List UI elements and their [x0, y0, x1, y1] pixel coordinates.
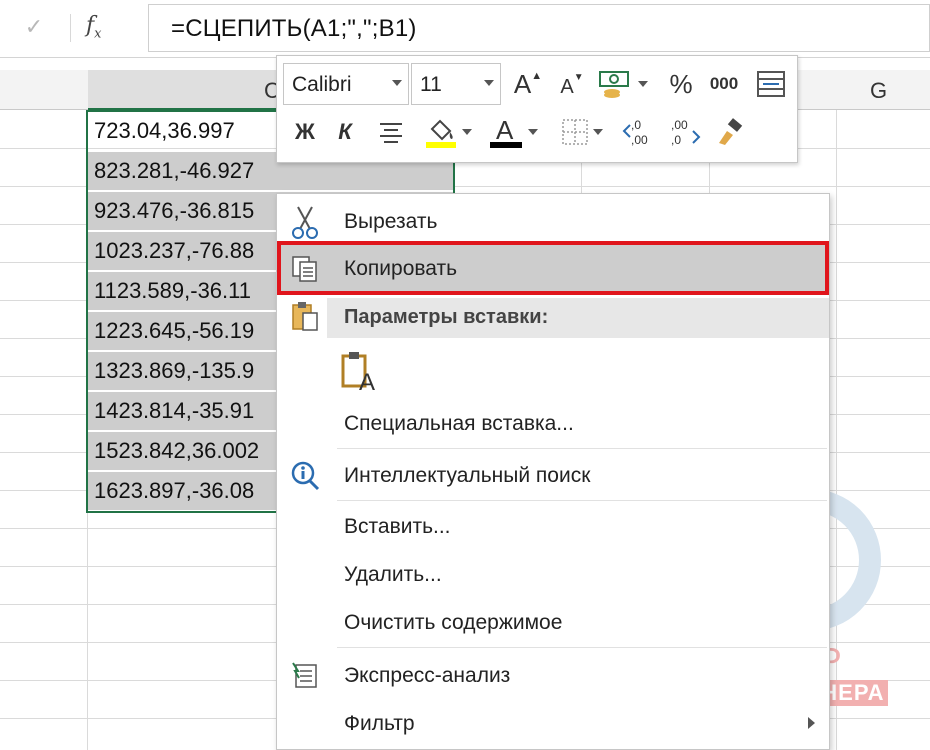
- thousands-separator-button[interactable]: 000: [703, 64, 745, 104]
- smart-lookup-icon: [287, 458, 323, 494]
- menu-item-label: Экспресс-анализ: [344, 664, 511, 687]
- svg-text:,0: ,0: [671, 133, 681, 147]
- chevron-down-icon: [484, 80, 494, 86]
- font-size-dropdown[interactable]: 11: [411, 63, 501, 105]
- copy-icon: [287, 251, 323, 287]
- borders-button[interactable]: [553, 112, 611, 152]
- chevron-down-icon: [392, 80, 402, 86]
- chevron-down-icon: [528, 129, 538, 135]
- scissors-icon: [287, 204, 323, 240]
- font-name-dropdown[interactable]: Calibri: [283, 63, 409, 105]
- menu-item-label: Удалить...: [344, 563, 442, 586]
- formula-bar: ✓ fx =СЦЕПИТЬ(A1;",";B1): [0, 0, 930, 58]
- increase-decimal-button[interactable]: ,0 ,00: [617, 112, 659, 152]
- checkmark-icon[interactable]: ✓: [14, 10, 54, 44]
- context-menu: Вырезать Копировать Параметры вставки: A…: [276, 193, 830, 750]
- menu-item-copy[interactable]: Копировать: [277, 245, 829, 293]
- menu-item-quick-analysis[interactable]: Экспресс-анализ: [277, 652, 829, 700]
- menu-separator: [337, 647, 827, 648]
- chevron-down-icon: [638, 81, 648, 87]
- chevron-down-icon: [593, 129, 603, 135]
- chevron-down-icon: [462, 129, 472, 135]
- percent-style-button[interactable]: %: [663, 64, 699, 104]
- font-size-value: 11: [420, 73, 442, 96]
- paste-values-icon: A: [341, 352, 375, 394]
- menu-item-label: Вставить...: [344, 515, 451, 538]
- format-painter-icon: [719, 118, 743, 145]
- menu-item-insert[interactable]: Вставить...: [277, 503, 829, 551]
- caret-up-icon: ▲: [531, 70, 543, 82]
- paste-values-button[interactable]: A: [335, 346, 385, 396]
- shrink-font-glyph: A: [560, 75, 574, 98]
- money-icon: [599, 71, 629, 98]
- menu-item-paste-special[interactable]: Специальная вставка...: [277, 400, 829, 448]
- font-name-value: Calibri: [292, 73, 352, 96]
- accounting-format-button[interactable]: [595, 64, 651, 104]
- borders-icon: [562, 119, 588, 145]
- insert-function-icon[interactable]: fx: [86, 8, 126, 44]
- merge-cells-icon: [757, 71, 785, 97]
- svg-text:,00: ,00: [671, 118, 688, 132]
- svg-text:,00: ,00: [631, 133, 648, 147]
- fx-label: f: [86, 13, 95, 38]
- italic-button[interactable]: К: [327, 112, 363, 152]
- font-color-button[interactable]: A: [483, 112, 543, 152]
- menu-item-label: Вырезать: [344, 210, 438, 233]
- menu-item-label: Очистить содержимое: [344, 611, 563, 634]
- menu-item-filter[interactable]: Фильтр: [277, 700, 829, 748]
- fill-color-button[interactable]: [419, 112, 477, 152]
- menu-item-cut[interactable]: Вырезать: [277, 198, 829, 246]
- paste-options-header: Параметры вставки:: [327, 298, 829, 338]
- align-center-icon: [380, 123, 402, 143]
- format-painter-button[interactable]: [709, 112, 751, 152]
- font-color-icon: A: [490, 115, 522, 148]
- font-color-letter: A: [496, 115, 514, 145]
- bold-button[interactable]: Ж: [287, 112, 323, 152]
- menu-item-label: Фильтр: [344, 712, 415, 735]
- increase-decimal-icon: ,0 ,00: [622, 118, 648, 147]
- menu-item-label: Интеллектуальный поиск: [344, 464, 591, 487]
- grow-font-glyph: A: [513, 68, 532, 99]
- quick-analysis-icon: [287, 658, 323, 694]
- menu-item-label: Копировать: [344, 257, 458, 280]
- column-header-g[interactable]: G: [870, 78, 887, 104]
- menu-separator: [337, 448, 827, 449]
- shrink-font-button[interactable]: A ▼: [555, 64, 589, 104]
- menu-item-delete[interactable]: Удалить...: [277, 551, 829, 599]
- menu-item-clear-contents[interactable]: Очистить содержимое: [277, 599, 829, 647]
- paste-options-label: Параметры вставки:: [344, 306, 549, 328]
- svg-text:,0: ,0: [631, 118, 641, 132]
- formula-input[interactable]: =СЦЕПИТЬ(A1;",";B1): [148, 4, 930, 52]
- caret-down-icon: ▼: [573, 71, 584, 83]
- align-center-button[interactable]: [371, 112, 411, 152]
- mini-toolbar: Calibri 11 A ▲ A ▼ % 000 Ж К A ,0 ,00 ,0…: [276, 55, 798, 163]
- menu-item-label: Специальная вставка...: [344, 412, 574, 435]
- fx-sub: x: [94, 26, 102, 42]
- formula-bar-divider: [70, 14, 71, 42]
- clipboard-icon: [287, 298, 323, 334]
- formula-text: =СЦЕПИТЬ(A1;",";B1): [171, 15, 417, 42]
- paint-bucket-icon: [426, 119, 456, 148]
- menu-item-smart-lookup[interactable]: Интеллектуальный поиск: [277, 452, 829, 500]
- svg-text:A: A: [359, 369, 375, 394]
- menu-separator: [337, 500, 827, 501]
- decrease-decimal-button[interactable]: ,00 ,0: [663, 112, 705, 152]
- submenu-arrow-icon: [808, 717, 815, 729]
- merge-center-button[interactable]: [751, 64, 791, 104]
- decrease-decimal-icon: ,00 ,0: [671, 118, 701, 147]
- grow-font-button[interactable]: A ▲: [509, 64, 547, 104]
